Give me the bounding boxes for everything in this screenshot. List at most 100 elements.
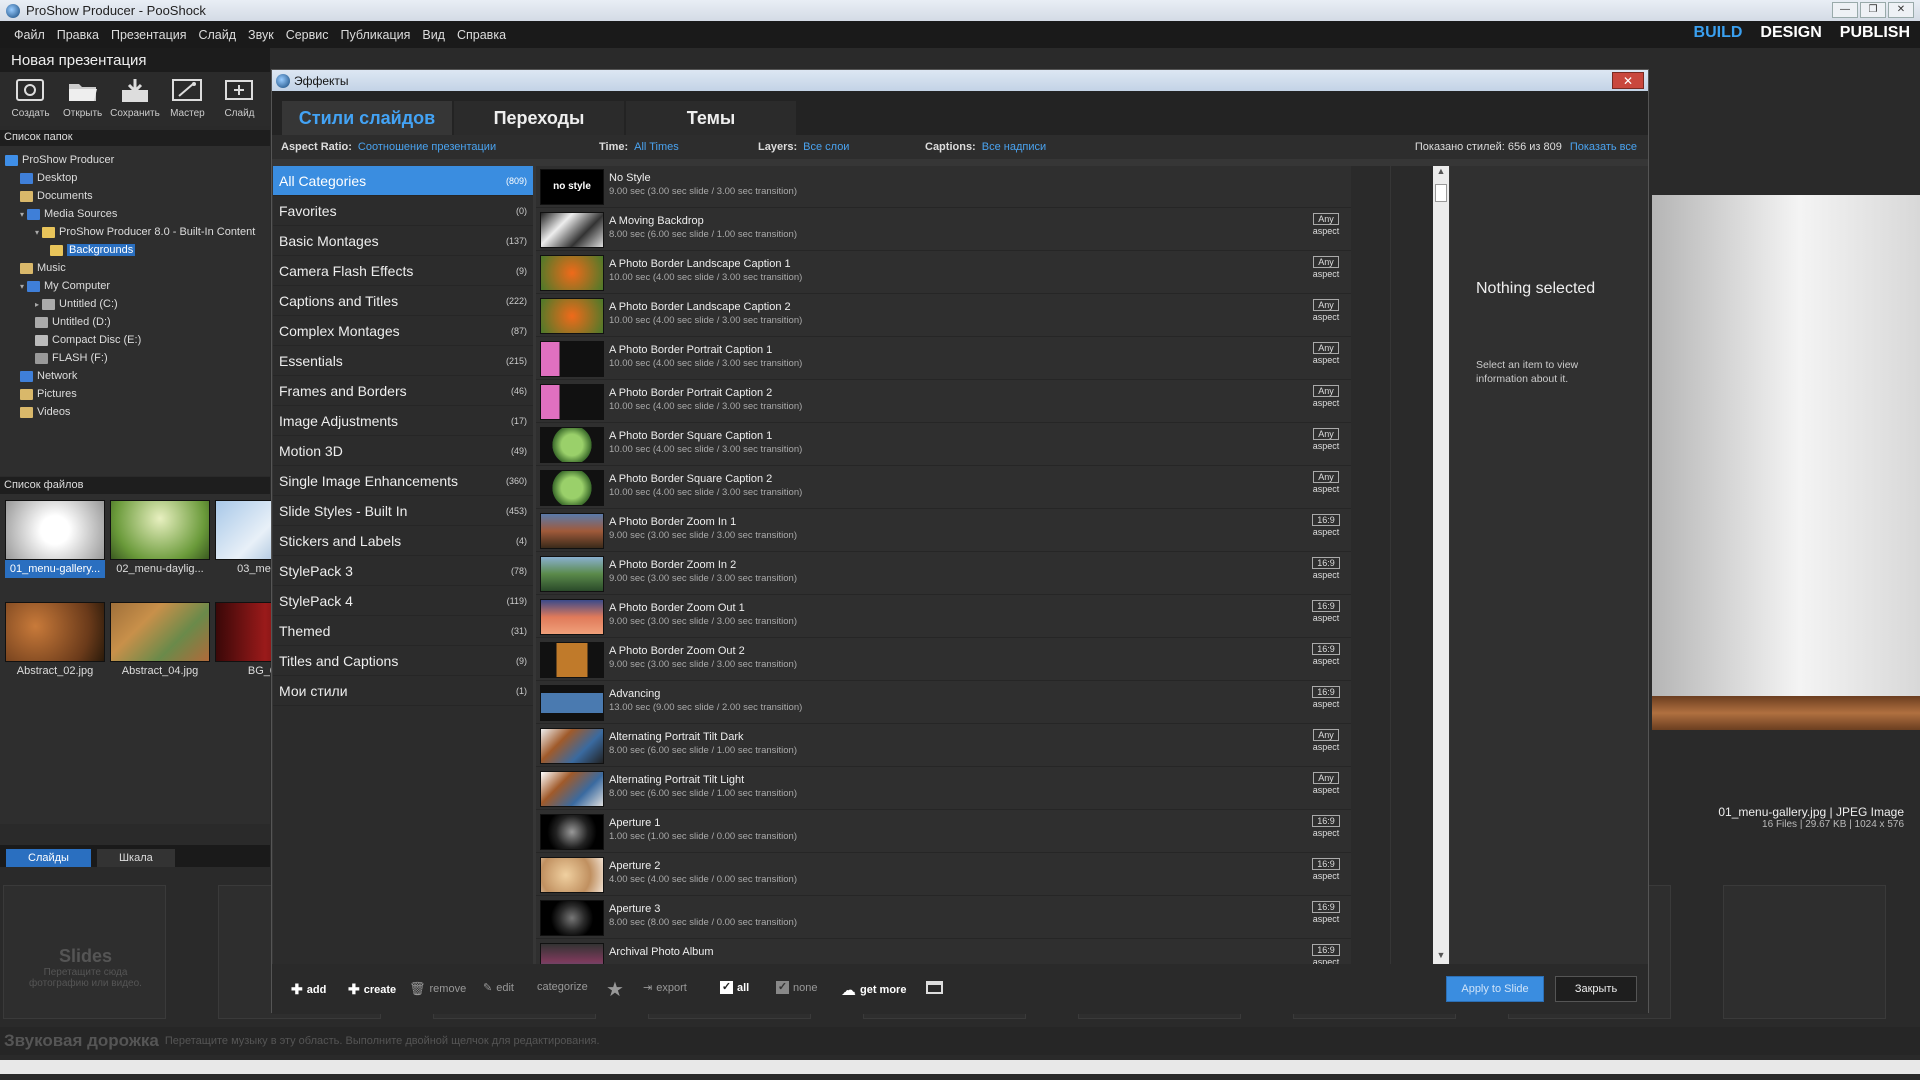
category-item[interactable]: Frames and Borders (46) bbox=[273, 376, 533, 406]
menu-audio[interactable]: Звук bbox=[242, 28, 280, 42]
menu-tools[interactable]: Сервис bbox=[280, 28, 335, 42]
add-button[interactable]: ✚ add bbox=[291, 981, 326, 998]
category-item[interactable]: Complex Montages (87) bbox=[273, 316, 533, 346]
create-button[interactable]: Создать bbox=[6, 76, 55, 122]
view-toggle-button[interactable] bbox=[926, 981, 943, 994]
category-item[interactable]: Slide Styles - Built In (453) bbox=[273, 496, 533, 526]
category-item[interactable]: Titles and Captions (9) bbox=[273, 646, 533, 676]
select-none-button[interactable]: ✓ none bbox=[776, 981, 817, 994]
apply-to-slide-button[interactable]: Apply to Slide bbox=[1446, 976, 1544, 1002]
mode-build[interactable]: BUILD bbox=[1694, 24, 1743, 42]
tab-transitions[interactable]: Переходы bbox=[454, 101, 624, 135]
folder-tree-item[interactable]: ▾ ProShow Producer 8.0 - Built-In Content bbox=[35, 224, 255, 240]
style-row[interactable]: A Photo Border Portrait Caption 1 10.00 s… bbox=[536, 338, 1351, 380]
dialog-close-icon[interactable]: ✕ bbox=[1612, 72, 1644, 89]
tree-expand-icon[interactable]: ▾ bbox=[20, 210, 24, 219]
category-item[interactable]: Image Adjustments (17) bbox=[273, 406, 533, 436]
time-filter-value[interactable]: All Times bbox=[634, 141, 679, 153]
close-window-button[interactable]: ✕ bbox=[1888, 2, 1914, 18]
open-button[interactable]: Открыть bbox=[58, 76, 107, 122]
folder-tree-item[interactable]: Videos bbox=[20, 404, 70, 420]
close-dialog-button[interactable]: Закрыть bbox=[1555, 976, 1637, 1002]
wizard-button[interactable]: Мастер bbox=[163, 76, 212, 122]
style-row[interactable]: A Photo Border Portrait Caption 2 10.00 s… bbox=[536, 381, 1351, 423]
create-style-button[interactable]: ✚ create bbox=[348, 981, 396, 998]
folder-tree-item[interactable]: ▸ Untitled (C:) bbox=[35, 296, 118, 312]
menu-view[interactable]: Вид bbox=[416, 28, 451, 42]
folder-tree-item[interactable]: Documents bbox=[20, 188, 93, 204]
category-item[interactable]: Themed (31) bbox=[273, 616, 533, 646]
style-row[interactable]: A Photo Border Landscape Caption 1 10.00 … bbox=[536, 252, 1351, 294]
tree-expand-icon[interactable]: ▾ bbox=[35, 228, 39, 237]
scroll-thumb[interactable] bbox=[1435, 184, 1447, 202]
menu-edit[interactable]: Правка bbox=[51, 28, 105, 42]
category-item[interactable]: All Categories (809) bbox=[273, 166, 533, 196]
style-row[interactable]: A Photo Border Zoom Out 1 9.00 sec (3.00 … bbox=[536, 596, 1351, 638]
category-item[interactable]: Camera Flash Effects (9) bbox=[273, 256, 533, 286]
captions-filter-value[interactable]: Все надписи bbox=[982, 141, 1046, 153]
soundtrack-bar[interactable]: Звуковая дорожка Перетащите музыку в эту… bbox=[0, 1027, 1920, 1055]
style-row[interactable]: A Photo Border Zoom Out 2 9.00 sec (3.00 … bbox=[536, 639, 1351, 681]
add-slide-button[interactable]: Слайд bbox=[215, 76, 264, 122]
file-thumbnail[interactable]: Abstract_04.jpg bbox=[110, 602, 210, 680]
tab-timeline[interactable]: Шкала bbox=[96, 849, 175, 867]
style-row[interactable]: no style No Style 9.00 sec (3.00 sec slide… bbox=[536, 166, 1351, 208]
slide-slot[interactable] bbox=[1723, 885, 1886, 1019]
favorite-button[interactable]: ★ bbox=[606, 977, 624, 1002]
folder-tree-item[interactable]: Untitled (D:) bbox=[35, 314, 111, 330]
folder-tree-item[interactable]: Backgrounds bbox=[50, 242, 136, 258]
layers-filter-value[interactable]: Все слои bbox=[803, 141, 849, 153]
mode-publish[interactable]: PUBLISH bbox=[1840, 24, 1910, 42]
category-item[interactable]: Мои стили (1) bbox=[273, 676, 533, 706]
style-row[interactable]: Alternating Portrait Tilt Light 8.00 sec … bbox=[536, 768, 1351, 810]
minimize-button[interactable]: — bbox=[1832, 2, 1858, 18]
style-row[interactable]: A Photo Border Square Caption 2 10.00 sec… bbox=[536, 467, 1351, 509]
file-thumbnail[interactable]: 02_menu-daylig... bbox=[110, 500, 210, 578]
style-row[interactable]: Aperture 3 8.00 sec (8.00 sec slide / 0.0… bbox=[536, 897, 1351, 939]
category-item[interactable]: Favorites (0) bbox=[273, 196, 533, 226]
folder-tree-item[interactable]: ▾ Media Sources bbox=[20, 206, 117, 222]
category-item[interactable]: Single Image Enhancements (360) bbox=[273, 466, 533, 496]
style-row[interactable]: A Photo Border Landscape Caption 2 10.00 … bbox=[536, 295, 1351, 337]
slide-slot[interactable]: Slides Перетащите сюда фотографию или ви… bbox=[3, 885, 166, 1019]
category-item[interactable]: StylePack 4 (119) bbox=[273, 586, 533, 616]
export-button[interactable]: ⇥ export bbox=[643, 981, 687, 995]
maximize-button[interactable]: ❐ bbox=[1860, 2, 1886, 18]
folder-tree-item[interactable]: Network bbox=[20, 368, 77, 384]
file-thumbnail[interactable]: Abstract_02.jpg bbox=[5, 602, 105, 680]
folder-tree-item[interactable]: Music bbox=[20, 260, 66, 276]
folder-tree-item[interactable]: Pictures bbox=[20, 386, 77, 402]
folder-tree-item[interactable]: Compact Disc (E:) bbox=[35, 332, 141, 348]
folder-tree-item[interactable]: FLASH (F:) bbox=[35, 350, 108, 366]
folder-tree-item[interactable]: Desktop bbox=[20, 170, 77, 186]
style-row[interactable]: Aperture 1 1.00 sec (1.00 sec slide / 0.0… bbox=[536, 811, 1351, 853]
menu-publish[interactable]: Публикация bbox=[335, 28, 417, 42]
category-item[interactable]: Stickers and Labels (4) bbox=[273, 526, 533, 556]
aspect-filter-value[interactable]: Соотношение презентации bbox=[358, 141, 496, 153]
file-thumbnail[interactable]: 01_menu-gallery... bbox=[5, 500, 105, 578]
scroll-up-icon[interactable]: ▲ bbox=[1433, 166, 1449, 180]
category-item[interactable]: StylePack 3 (78) bbox=[273, 556, 533, 586]
style-row[interactable]: A Photo Border Zoom In 2 9.00 sec (3.00 s… bbox=[536, 553, 1351, 595]
menu-file[interactable]: Файл bbox=[8, 28, 51, 42]
style-row[interactable]: Aperture 2 4.00 sec (4.00 sec slide / 0.0… bbox=[536, 854, 1351, 896]
menu-slide[interactable]: Слайд bbox=[192, 28, 242, 42]
style-list-scrollbar[interactable]: ▲ ▼ bbox=[1433, 166, 1449, 964]
mode-design[interactable]: DESIGN bbox=[1760, 24, 1821, 42]
style-row[interactable]: A Moving Backdrop 8.00 sec (6.00 sec slid… bbox=[536, 209, 1351, 251]
show-all-link[interactable]: Показать все bbox=[1570, 141, 1637, 153]
edit-button[interactable]: ✎ edit bbox=[483, 981, 514, 995]
category-item[interactable]: Motion 3D (49) bbox=[273, 436, 533, 466]
horizontal-scrollbar[interactable] bbox=[0, 1060, 1920, 1074]
menu-help[interactable]: Справка bbox=[451, 28, 512, 42]
folder-tree-item[interactable]: ProShow Producer bbox=[5, 152, 114, 168]
style-row[interactable]: Alternating Portrait Tilt Dark 8.00 sec (… bbox=[536, 725, 1351, 767]
category-item[interactable]: Essentials (215) bbox=[273, 346, 533, 376]
tree-expand-icon[interactable]: ▸ bbox=[35, 300, 39, 309]
folder-tree-item[interactable]: ▾ My Computer bbox=[20, 278, 110, 294]
style-row[interactable]: A Photo Border Zoom In 1 9.00 sec (3.00 s… bbox=[536, 510, 1351, 552]
category-item[interactable]: Captions and Titles (222) bbox=[273, 286, 533, 316]
style-row[interactable]: A Photo Border Square Caption 1 10.00 sec… bbox=[536, 424, 1351, 466]
category-item[interactable]: Basic Montages (137) bbox=[273, 226, 533, 256]
categorize-button[interactable]: categorize bbox=[537, 981, 588, 993]
